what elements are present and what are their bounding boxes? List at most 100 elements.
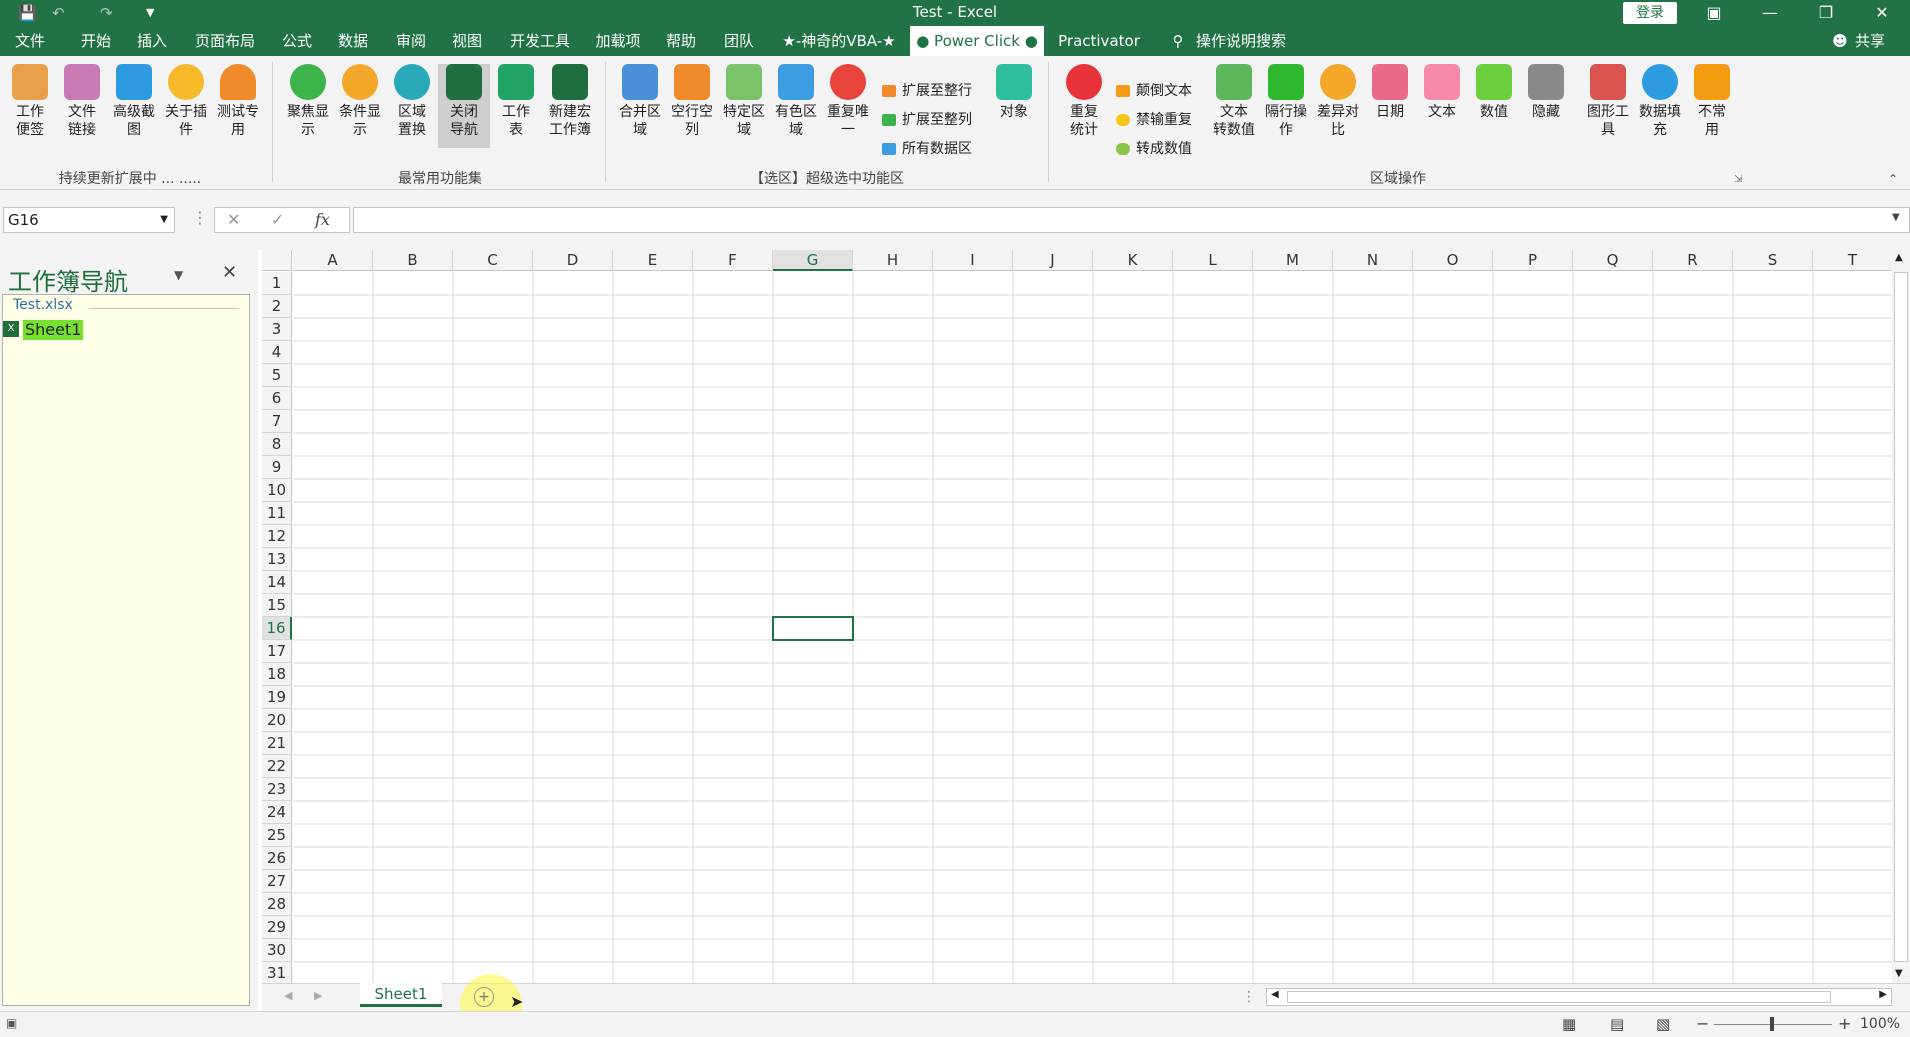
column-header-A[interactable]: A bbox=[293, 250, 373, 271]
to-number-button[interactable]: 转成数值 bbox=[1116, 138, 1192, 160]
column-header-D[interactable]: D bbox=[533, 250, 613, 271]
formula-input[interactable] bbox=[353, 207, 1910, 233]
uncommon-button[interactable]: 不常 用 bbox=[1686, 64, 1738, 139]
cancel-icon[interactable]: ✕ bbox=[227, 210, 240, 229]
object-button[interactable]: 对象 bbox=[988, 64, 1040, 121]
add-sheet-icon[interactable]: + bbox=[474, 987, 494, 1007]
row-header-26[interactable]: 26 bbox=[262, 847, 292, 870]
reverse-text-button[interactable]: 颠倒文本 bbox=[1116, 80, 1192, 102]
restore-icon[interactable]: ❐ bbox=[1798, 0, 1854, 26]
tab-review[interactable]: 审阅 bbox=[390, 26, 432, 56]
row-header-22[interactable]: 22 bbox=[262, 755, 292, 778]
confirm-icon[interactable]: ✓ bbox=[271, 210, 284, 229]
row-header-20[interactable]: 20 bbox=[262, 709, 292, 732]
data-fill-button[interactable]: 数据填 充 bbox=[1634, 64, 1686, 139]
row-header-12[interactable]: 12 bbox=[262, 525, 292, 548]
extend-col-button[interactable]: 扩展至整列 bbox=[882, 109, 972, 131]
column-header-L[interactable]: L bbox=[1173, 250, 1253, 271]
row-header-14[interactable]: 14 bbox=[262, 571, 292, 594]
collapse-ribbon-icon[interactable]: ⌃ bbox=[1888, 172, 1898, 186]
column-header-B[interactable]: B bbox=[373, 250, 453, 271]
row-header-23[interactable]: 23 bbox=[262, 778, 292, 801]
select-all-corner[interactable] bbox=[262, 250, 292, 271]
new-macro-workbook-button[interactable]: 新建宏 工作簿 bbox=[542, 64, 598, 139]
nav-dropdown-icon[interactable]: ▼ bbox=[174, 268, 183, 282]
tab-developer[interactable]: 开发工具 bbox=[504, 26, 576, 56]
file-link-button[interactable]: 文件 链接 bbox=[56, 64, 108, 139]
column-header-K[interactable]: K bbox=[1093, 250, 1173, 271]
chevron-down-icon[interactable]: ▼ bbox=[160, 208, 168, 232]
nav-close-icon[interactable]: ✕ bbox=[222, 262, 237, 283]
column-header-I[interactable]: I bbox=[933, 250, 1013, 271]
column-header-E[interactable]: E bbox=[613, 250, 693, 271]
row-header-24[interactable]: 24 bbox=[262, 801, 292, 824]
ribbon-display-icon[interactable]: ▣ bbox=[1686, 0, 1742, 26]
row-header-16[interactable]: 16 bbox=[262, 617, 292, 640]
split-handle-icon[interactable]: ⋮ bbox=[1242, 989, 1256, 1005]
zoom-out-icon[interactable]: − bbox=[1696, 1014, 1709, 1033]
normal-view-icon[interactable]: ▦ bbox=[1562, 1015, 1576, 1033]
row-header-15[interactable]: 15 bbox=[262, 594, 292, 617]
nav-file[interactable]: Test.xlsx bbox=[13, 297, 73, 313]
insert-function-icon[interactable]: fx bbox=[315, 210, 330, 229]
focus-display-button[interactable]: 聚焦显 示 bbox=[282, 64, 334, 139]
colored-range-button[interactable]: 有色区 域 bbox=[770, 64, 822, 139]
no-duplicate-button[interactable]: 禁输重复 bbox=[1116, 109, 1192, 131]
row-header-11[interactable]: 11 bbox=[262, 502, 292, 525]
close-window-icon[interactable]: ✕ bbox=[1854, 0, 1910, 26]
row-header-27[interactable]: 27 bbox=[262, 870, 292, 893]
extend-row-button[interactable]: 扩展至整行 bbox=[882, 80, 972, 102]
row-header-18[interactable]: 18 bbox=[262, 663, 292, 686]
conditional-display-button[interactable]: 条件显 示 bbox=[334, 64, 386, 139]
duplicate-unique-button[interactable]: 重复唯 一 bbox=[822, 64, 874, 139]
shape-tools-button[interactable]: 图形工 具 bbox=[1582, 64, 1634, 139]
row-header-6[interactable]: 6 bbox=[262, 387, 292, 410]
row-header-8[interactable]: 8 bbox=[262, 433, 292, 456]
range-swap-button[interactable]: 区域 置换 bbox=[386, 64, 438, 139]
scroll-down-icon[interactable]: ▼ bbox=[1895, 968, 1903, 979]
zoom-level[interactable]: 100% bbox=[1860, 1016, 1900, 1032]
share-button[interactable]: 共享 bbox=[1852, 26, 1888, 56]
number-button[interactable]: 数值 bbox=[1468, 64, 1520, 121]
tab-insert[interactable]: 插入 bbox=[128, 26, 176, 56]
hide-button[interactable]: 隐藏 bbox=[1520, 64, 1572, 121]
name-box[interactable]: G16 ▼ bbox=[3, 207, 175, 233]
tab-data[interactable]: 数据 bbox=[332, 26, 374, 56]
tab-home[interactable]: 开始 bbox=[72, 26, 120, 56]
row-header-3[interactable]: 3 bbox=[262, 318, 292, 341]
nav-sheet-item[interactable]: Sheet1 bbox=[23, 320, 84, 340]
row-header-28[interactable]: 28 bbox=[262, 893, 292, 916]
scroll-left-icon[interactable]: ◀ bbox=[1271, 989, 1279, 1000]
column-header-G[interactable]: G bbox=[773, 250, 853, 271]
row-header-9[interactable]: 9 bbox=[262, 456, 292, 479]
row-header-5[interactable]: 5 bbox=[262, 364, 292, 387]
column-header-R[interactable]: R bbox=[1653, 250, 1733, 271]
page-layout-icon[interactable]: ▤ bbox=[1610, 1015, 1624, 1033]
horizontal-scrollbar[interactable]: ◀ ▶ bbox=[1266, 988, 1892, 1006]
login-button[interactable]: 登录 bbox=[1623, 2, 1677, 24]
row-header-4[interactable]: 4 bbox=[262, 341, 292, 364]
zoom-slider-handle[interactable] bbox=[1770, 1017, 1774, 1031]
screenshot-button[interactable]: 高级截 图 bbox=[108, 64, 160, 139]
page-break-icon[interactable]: ▧ bbox=[1656, 1015, 1670, 1033]
merge-range-button[interactable]: 合并区 域 bbox=[614, 64, 666, 139]
column-header-F[interactable]: F bbox=[693, 250, 773, 271]
row-header-7[interactable]: 7 bbox=[262, 410, 292, 433]
row-header-19[interactable]: 19 bbox=[262, 686, 292, 709]
blank-rows-button[interactable]: 空行空 列 bbox=[666, 64, 718, 139]
scroll-up-icon[interactable]: ▲ bbox=[1895, 252, 1903, 263]
row-header-2[interactable]: 2 bbox=[262, 295, 292, 318]
worksheet-grid[interactable]: ABCDEFGHIJKLMNOPQRST 1 2 3 4 5 6 7 8 9 10 11 12 13 14… bbox=[262, 250, 1892, 983]
alternate-rows-button[interactable]: 隔行操 作 bbox=[1260, 64, 1312, 139]
prev-sheet-icon[interactable]: ◀ bbox=[284, 989, 292, 1002]
dialog-launcher-icon[interactable]: ⇲ bbox=[1734, 174, 1742, 185]
duplicate-count-button[interactable]: 重复 统计 bbox=[1058, 64, 1110, 139]
tab-formulas[interactable]: 公式 bbox=[276, 26, 318, 56]
row-header-13[interactable]: 13 bbox=[262, 548, 292, 571]
column-header-S[interactable]: S bbox=[1733, 250, 1813, 271]
test-button[interactable]: 测试专 用 bbox=[212, 64, 264, 139]
worksheet-button[interactable]: 工作 表 bbox=[490, 64, 542, 139]
date-button[interactable]: 日期 bbox=[1364, 64, 1416, 121]
row-header-29[interactable]: 29 bbox=[262, 916, 292, 939]
column-header-M[interactable]: M bbox=[1253, 250, 1333, 271]
